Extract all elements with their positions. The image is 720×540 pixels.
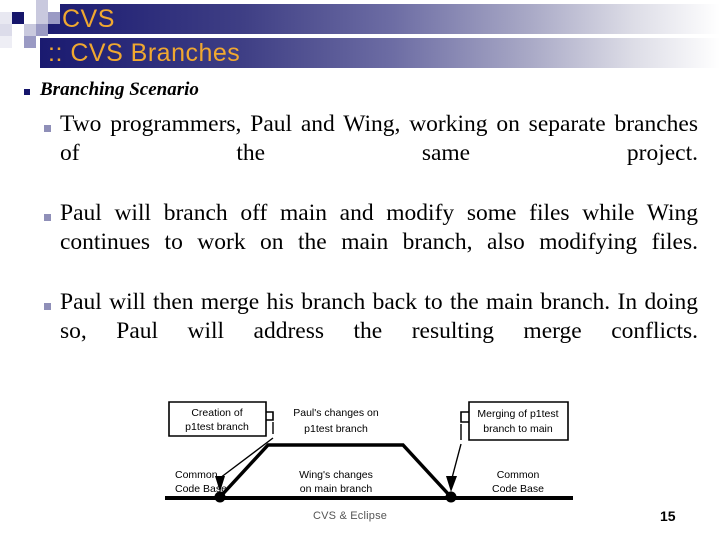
wing-label-line2: on main branch: [300, 483, 373, 495]
page-number: 15: [660, 508, 676, 524]
mosaic-cell: [24, 24, 36, 36]
mosaic-cell: [24, 36, 36, 48]
page-subtitle: :: CVS Branches: [48, 39, 241, 67]
square-bullet-icon: [44, 125, 51, 132]
mosaic-cell: [24, 12, 36, 24]
merge-label-line2: branch to main: [483, 423, 553, 435]
merge-arrow-icon: [446, 476, 457, 492]
common-right-label-line2: Code Base: [492, 483, 544, 495]
slide-body: Branching Scenario Two programmers, Paul…: [0, 78, 720, 377]
list-item: Paul will branch off main and modify som…: [0, 199, 720, 286]
list-item-text: Paul will branch off main and modify som…: [60, 200, 698, 255]
footer-label: CVS & Eclipse: [313, 510, 388, 522]
merge-label-line1: Merging of p1test: [477, 408, 558, 420]
list-item-text: Two programmers, Paul and Wing, working …: [60, 111, 698, 166]
merge-callout-bracket: [460, 411, 469, 423]
creation-label-line2: p1test branch: [185, 421, 249, 433]
title-bar-primary: [40, 4, 720, 34]
mosaic-cell: [12, 0, 24, 12]
creation-label-line1: Creation of: [191, 407, 242, 419]
mosaic-cell: [0, 24, 12, 36]
mosaic-cell: [12, 12, 24, 24]
paul-label-line1: Paul's changes on: [293, 407, 379, 419]
list-item: Two programmers, Paul and Wing, working …: [0, 110, 720, 197]
branch-merge-node: [445, 491, 457, 503]
mosaic-cell: [0, 12, 12, 24]
section-heading-row: Branching Scenario: [0, 78, 720, 102]
common-right-label-line1: Common: [497, 469, 540, 481]
list-item-text: Paul will then merge his branch back to …: [60, 289, 698, 344]
branching-diagram-svg: Creation of p1test branch Paul's changes…: [165, 401, 573, 503]
common-left-label-line1: Common: [175, 469, 218, 481]
section-heading: Branching Scenario: [40, 79, 199, 100]
wing-label-line1: Wing's changes: [299, 469, 373, 481]
merge-leader-line: [451, 443, 462, 479]
square-bullet-icon: [44, 214, 51, 221]
mosaic-cell: [24, 0, 36, 12]
mosaic-cell: [36, 12, 48, 24]
square-bullet-icon: [24, 89, 30, 95]
mosaic-cell: [36, 24, 48, 36]
paul-label-line2: p1test branch: [304, 423, 368, 435]
mosaic-cell: [48, 12, 60, 24]
common-left-label-line2: Code Base: [175, 483, 227, 495]
creation-callout-bracket: [266, 411, 274, 421]
bullet-list: Two programmers, Paul and Wing, working …: [0, 110, 720, 375]
list-item: Paul will then merge his branch back to …: [0, 288, 720, 375]
mosaic-cell: [0, 0, 12, 12]
branching-diagram: Creation of p1test branch Paul's changes…: [163, 400, 575, 505]
page-title: CVS: [62, 5, 115, 33]
mosaic-cell: [0, 36, 12, 48]
mosaic-cell: [48, 0, 60, 12]
mosaic-cell: [36, 0, 48, 12]
slide-header: CVS :: CVS Branches: [0, 0, 720, 72]
square-bullet-icon: [44, 303, 51, 310]
mosaic-cell: [12, 36, 24, 48]
mosaic-cell: [12, 24, 24, 36]
creation-leader-line: [219, 437, 274, 479]
